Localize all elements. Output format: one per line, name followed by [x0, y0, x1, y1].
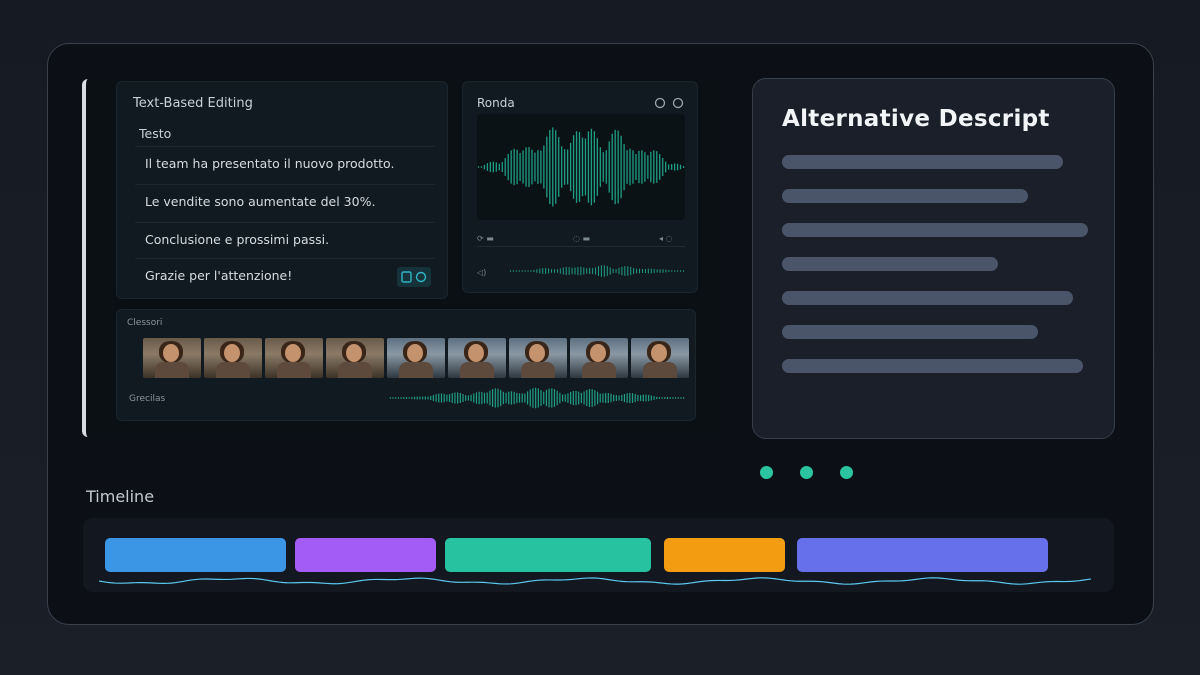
- text-placeholder-line: [782, 325, 1038, 339]
- filmstrip-panel: Clessori Grecilas: [116, 309, 696, 421]
- track-label-audio: Grecilas: [129, 394, 166, 404]
- transcript-text: Il team ha presentato il nuovo prodotto.: [145, 156, 395, 171]
- transcript-row[interactable]: Le vendite sono aumentate del 30%.: [135, 184, 435, 218]
- timeline-label: Timeline: [86, 487, 155, 506]
- row-actions-icon[interactable]: [397, 267, 431, 287]
- transcript-row[interactable]: Conclusione e prossimi passi.: [135, 222, 435, 256]
- text-placeholder-line: [782, 155, 1063, 169]
- card-title: Alternative Descript: [782, 106, 1050, 132]
- description-card: Alternative Descript: [752, 78, 1115, 439]
- pagination-dot[interactable]: [800, 466, 813, 479]
- timeline-waveform-line: [99, 577, 1092, 585]
- audio-settings-icon[interactable]: [653, 96, 687, 110]
- video-thumbnail[interactable]: [509, 338, 567, 378]
- video-thumbnail[interactable]: [631, 338, 689, 378]
- timeline-track: [83, 518, 1114, 592]
- pagination-dot[interactable]: [760, 466, 773, 479]
- mini-speaker-icon: ◁): [477, 268, 487, 277]
- transcript-row[interactable]: Il team ha presentato il nuovo prodotto.: [135, 146, 435, 180]
- play-control-icon[interactable]: ⟳ ▬: [477, 234, 494, 243]
- speed-control-icon[interactable]: ◂ ◌: [659, 234, 673, 243]
- track-waveform[interactable]: [389, 384, 685, 412]
- video-thumbnail[interactable]: [570, 338, 628, 378]
- video-thumbnail[interactable]: [204, 338, 262, 378]
- timeline-waveform: [99, 577, 1092, 585]
- transcript-text: Conclusione e prossimi passi.: [145, 232, 330, 247]
- text-panel-title: Text-Based Editing: [133, 96, 253, 111]
- transcript-row[interactable]: Grazie per l'attenzione!: [135, 258, 435, 292]
- audio-waveform[interactable]: [477, 114, 685, 220]
- video-thumbnail[interactable]: [326, 338, 384, 378]
- video-thumbnail[interactable]: [448, 338, 506, 378]
- text-editing-panel: Text-Based Editing Testo Il team ha pres…: [116, 81, 448, 299]
- timeline-clip-orange[interactable]: [664, 538, 785, 572]
- text-placeholder-line: [782, 359, 1083, 373]
- timeline-clip-purple[interactable]: [295, 538, 436, 572]
- text-placeholder-line: [782, 189, 1028, 203]
- timeline-clip-blue[interactable]: [105, 538, 286, 572]
- text-placeholder-line: [782, 257, 998, 271]
- loop-control-icon[interactable]: ◌ ▬: [573, 234, 590, 243]
- timeline-clip-teal[interactable]: [445, 538, 651, 572]
- transcript-text: Le vendite sono aumentate del 30%.: [145, 194, 376, 209]
- pagination-dot[interactable]: [840, 466, 853, 479]
- track-label-video: Clessori: [127, 318, 163, 328]
- audio-panel-title: Ronda: [477, 96, 515, 110]
- audio-panel: Ronda ⟳ ▬ ◌ ▬ ◂ ◌ ◁): [462, 81, 698, 293]
- mini-waveform: [509, 265, 685, 277]
- text-placeholder-line: [782, 291, 1073, 305]
- video-thumbnail[interactable]: [143, 338, 201, 378]
- video-thumbnail[interactable]: [265, 338, 323, 378]
- text-placeholder-line: [782, 223, 1088, 237]
- transcript-text: Grazie per l'attenzione!: [145, 268, 293, 283]
- editor-preview: Text-Based Editing Testo Il team ha pres…: [82, 79, 720, 437]
- section-label: Testo: [139, 126, 172, 141]
- timeline-clip-indigo[interactable]: [797, 538, 1048, 572]
- video-thumbnail[interactable]: [387, 338, 445, 378]
